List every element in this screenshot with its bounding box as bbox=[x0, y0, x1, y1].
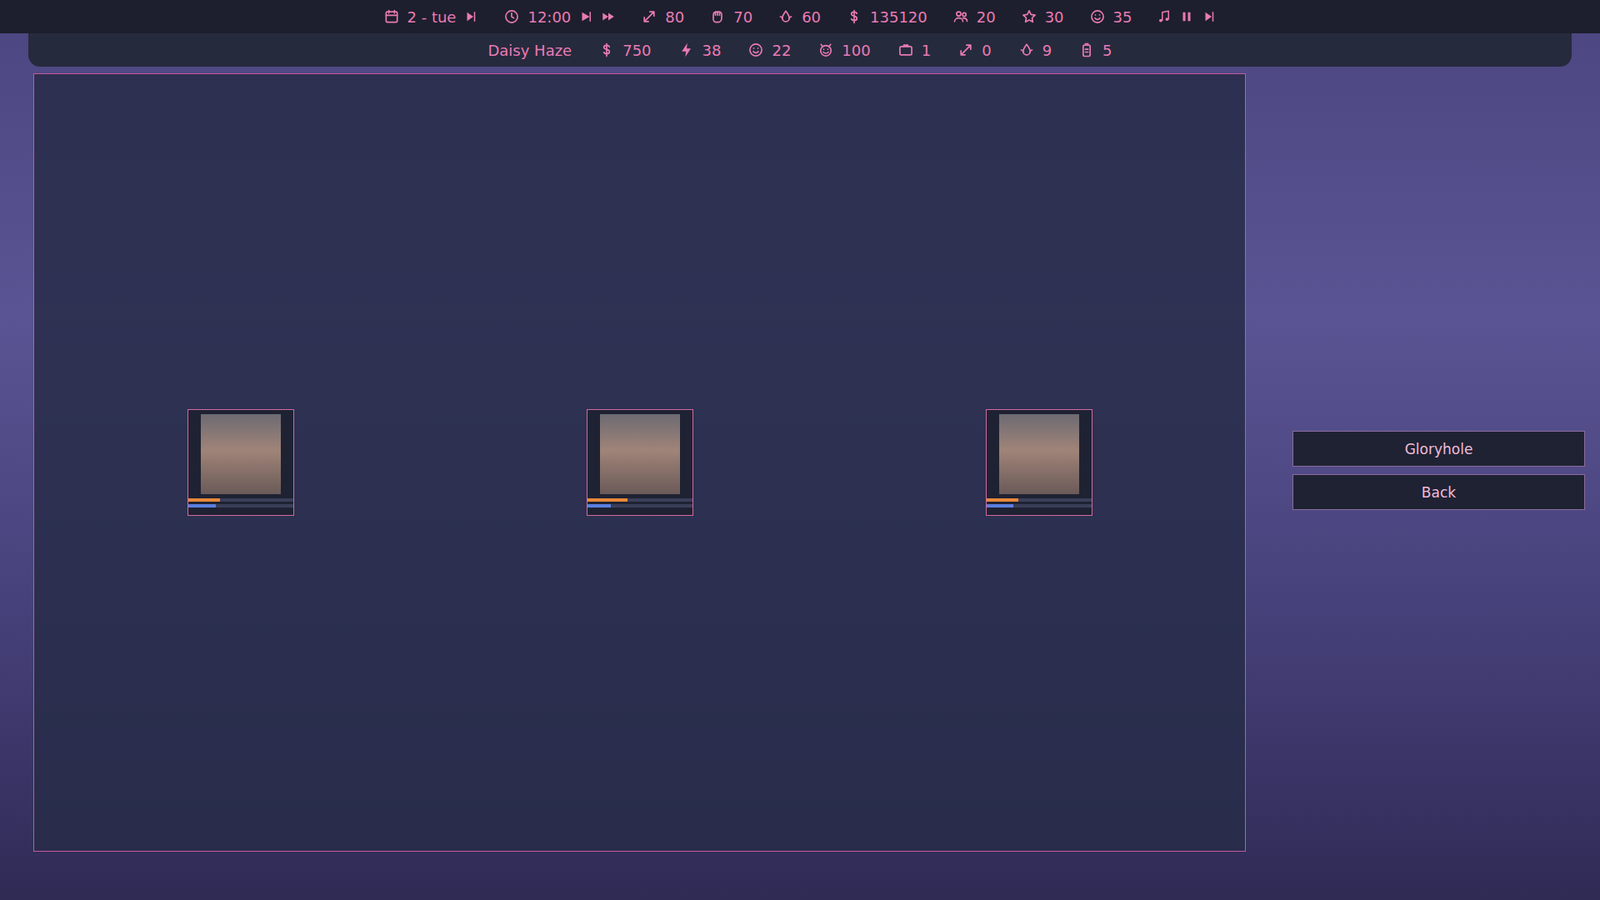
girl-card[interactable] bbox=[985, 409, 1093, 516]
room-panel bbox=[33, 73, 1246, 852]
character-stat: 9 bbox=[1018, 41, 1052, 60]
top-stat-value: 70 bbox=[733, 8, 753, 26]
pause-button[interactable] bbox=[1179, 9, 1195, 25]
skip-icon[interactable] bbox=[1201, 9, 1217, 25]
calendar-icon bbox=[383, 8, 400, 25]
character-stat-value: 1 bbox=[921, 41, 931, 60]
skip-icon[interactable] bbox=[463, 9, 479, 25]
stat-bar-fill bbox=[188, 498, 220, 502]
character-stat: 100 bbox=[817, 41, 870, 60]
top-stat-value: 35 bbox=[1113, 8, 1133, 26]
top-stat: 20 bbox=[952, 8, 996, 26]
top-stat: 35 bbox=[1089, 8, 1133, 26]
stat-bar bbox=[188, 504, 294, 508]
fast-forward-icon[interactable] bbox=[600, 9, 616, 25]
pause-icon[interactable] bbox=[1179, 9, 1195, 25]
star-icon bbox=[1020, 8, 1038, 25]
girl-portrait[interactable] bbox=[600, 414, 680, 495]
top-stat: 60 bbox=[777, 8, 821, 26]
fist-icon bbox=[709, 8, 726, 25]
music-note-icon[interactable] bbox=[1156, 9, 1172, 25]
girl-card[interactable] bbox=[586, 409, 694, 516]
action-menu: Gloryhole Back bbox=[1292, 73, 1585, 852]
drop-icon bbox=[777, 8, 795, 25]
smile-icon bbox=[747, 41, 765, 59]
character-stat: 38 bbox=[678, 41, 722, 60]
stat-bar bbox=[587, 504, 693, 508]
menu-button[interactable]: Back bbox=[1292, 474, 1585, 510]
advance-time-button[interactable] bbox=[578, 9, 594, 25]
stat-bar bbox=[587, 498, 693, 502]
girl-stat-bars bbox=[587, 495, 693, 508]
clock-icon bbox=[503, 8, 520, 25]
bolt-icon bbox=[678, 41, 695, 59]
top-stat: 30 bbox=[1020, 8, 1065, 26]
smile-icon bbox=[1089, 8, 1106, 25]
battery-icon bbox=[1078, 41, 1095, 59]
arrows-icon bbox=[640, 8, 658, 25]
top-bar: 2 - tue 12:00 80 70 60 135120 20 30 35 bbox=[0, 0, 1600, 34]
top-stat: 135120 bbox=[845, 8, 928, 26]
dollar-icon bbox=[598, 41, 615, 59]
stat-bar-fill bbox=[986, 498, 1019, 502]
top-stat-value: 30 bbox=[1045, 8, 1065, 26]
devil-smile-icon bbox=[817, 41, 835, 59]
day: 2 - tue bbox=[383, 8, 480, 26]
top-stat: 80 bbox=[640, 8, 685, 26]
menu-button[interactable]: Gloryhole bbox=[1292, 430, 1585, 467]
briefcase-icon bbox=[897, 41, 915, 59]
character-stat: 22 bbox=[747, 41, 791, 60]
time-value: 12:00 bbox=[527, 8, 571, 26]
people-icon bbox=[952, 8, 970, 25]
character-stat-value: 750 bbox=[622, 41, 651, 60]
music-controls bbox=[1156, 9, 1217, 25]
play-icon[interactable] bbox=[578, 9, 594, 25]
top-stat-value: 80 bbox=[665, 8, 685, 26]
fast-forward-button[interactable] bbox=[600, 9, 616, 25]
character-stat: 750 bbox=[598, 41, 651, 60]
time: 12:00 bbox=[503, 8, 616, 26]
day-value: 2 - tue bbox=[407, 8, 457, 26]
top-stat-value: 135120 bbox=[870, 8, 928, 26]
character-stat: 0 bbox=[957, 41, 991, 60]
top-stat-value: 60 bbox=[801, 8, 821, 26]
stat-bar-fill bbox=[587, 498, 628, 502]
character-stat-value: 9 bbox=[1042, 41, 1052, 60]
arrows-icon bbox=[957, 41, 975, 59]
stat-bar-fill bbox=[188, 504, 216, 508]
stat-bar bbox=[986, 504, 1092, 508]
girl-stat-bars bbox=[986, 495, 1092, 508]
stat-bar-fill bbox=[986, 504, 1014, 508]
drop-icon bbox=[1018, 41, 1035, 59]
character-stat-value: 22 bbox=[771, 41, 791, 60]
character-stat-value: 38 bbox=[702, 41, 722, 60]
character-stat: 5 bbox=[1078, 41, 1112, 60]
girl-portrait[interactable] bbox=[999, 414, 1080, 495]
stat-bar-fill bbox=[587, 504, 611, 508]
top-stat: 70 bbox=[709, 8, 753, 26]
dollar-icon bbox=[845, 8, 863, 25]
stat-bar bbox=[986, 498, 1092, 502]
girl-stat-bars bbox=[188, 495, 294, 508]
character-stat-value: 100 bbox=[841, 41, 870, 60]
character-stat: 1 bbox=[897, 41, 931, 60]
next-day-button[interactable] bbox=[463, 9, 479, 25]
character-bar: Daisy Haze 750 38 22 100 1 0 9 5 bbox=[28, 33, 1572, 67]
girl-card[interactable] bbox=[187, 409, 295, 516]
music-button[interactable] bbox=[1156, 9, 1172, 25]
character-stat-value: 5 bbox=[1102, 41, 1112, 60]
stat-bar bbox=[188, 498, 294, 502]
top-stat-value: 20 bbox=[976, 8, 996, 26]
character-name: Daisy Haze bbox=[487, 41, 572, 60]
next-track-button[interactable] bbox=[1201, 9, 1217, 25]
girl-portrait[interactable] bbox=[200, 414, 281, 495]
character-stat-value: 0 bbox=[981, 41, 991, 60]
